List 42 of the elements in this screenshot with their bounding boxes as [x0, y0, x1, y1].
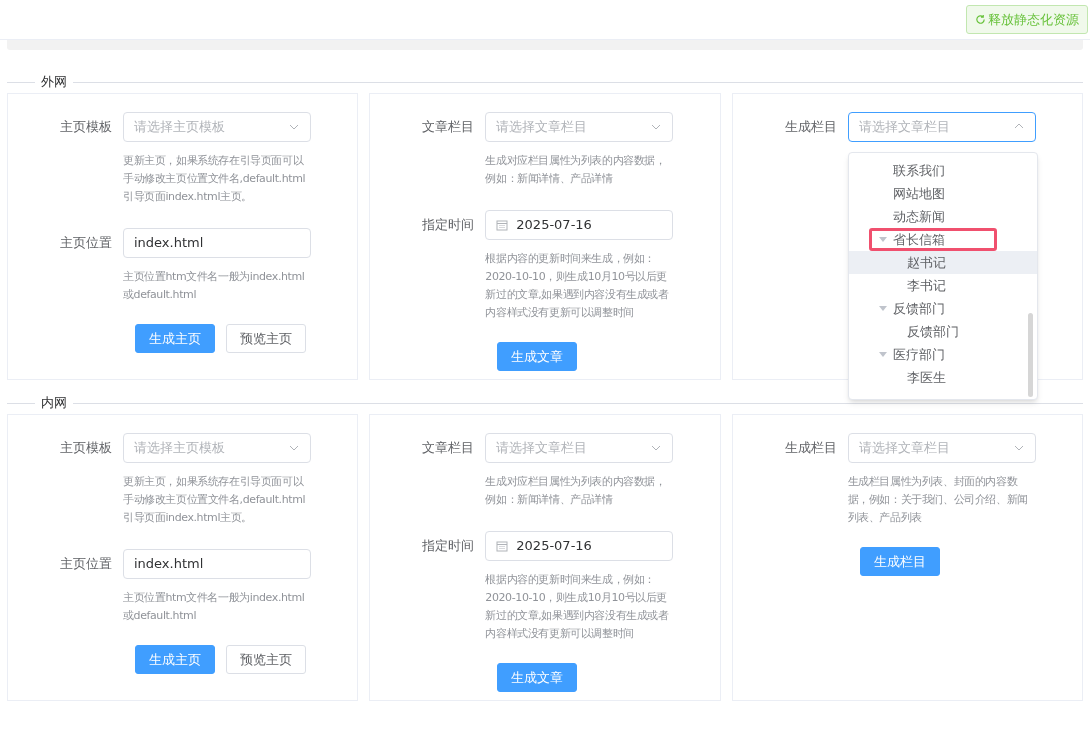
refresh-icon: [975, 14, 986, 25]
field-label: 主页模板: [59, 118, 113, 136]
field-label: 文章栏目: [421, 439, 476, 457]
tree-item[interactable]: 网站地图: [848, 182, 1037, 205]
caret-down-icon: [878, 236, 887, 243]
calendar-icon: [496, 540, 509, 552]
caret-down-icon: [878, 305, 887, 312]
field-label: 主页模板: [59, 439, 113, 457]
tree-item[interactable]: 动态新闻: [848, 205, 1037, 228]
hint-text: 主页位置htm文件名一般为index.html或default.html: [123, 590, 306, 624]
hint-text: 生成对应栏目属性为列表的内容数据，例如：新闻详情、产品详情: [485, 153, 667, 187]
tree-item[interactable]: 李书记: [848, 274, 1037, 297]
input-field[interactable]: index.html: [123, 549, 311, 579]
field-label: 生成栏目: [783, 439, 838, 457]
date-field[interactable]: 2025-07-16: [485, 210, 674, 240]
tree-item[interactable]: 反馈部门: [848, 320, 1037, 343]
hint-text: 根据内容的更新时间来生成，例如：2020-10-10，则生成10月10号以后更新过的文章,如果遇到内容没有生成或者内容样式没有更新可以调整时间: [485, 572, 670, 642]
hint-text: 生成对应栏目属性为列表的内容数据，例如：新闻详情、产品详情: [485, 474, 667, 508]
action-button[interactable]: 预览主页: [226, 324, 306, 353]
date-field[interactable]: 2025-07-16: [485, 531, 674, 561]
hint-text: 更新主页，如果系统存在引导页面可以手动修改主页位置文件名,default.html引导页面index.html主页。: [123, 153, 307, 205]
tree-item[interactable]: 医疗部门: [848, 343, 1037, 366]
field-label: 主页位置: [59, 555, 113, 573]
hint-text: 生成栏目属性为列表、封面的内容数据，例如：关于我们、公司介绍、新闻列表、产品列表: [847, 474, 1029, 526]
field-label: 指定时间: [421, 216, 476, 234]
caret-down-icon: [878, 351, 887, 358]
field-label: 文章栏目: [421, 118, 476, 136]
calendar-icon: [496, 219, 509, 231]
scrollbar-thumb[interactable]: [1027, 313, 1033, 397]
tree-item[interactable]: 省长信箱: [868, 228, 997, 251]
field-label: 生成栏目: [783, 118, 838, 136]
hint-text: 根据内容的更新时间来生成，例如：2020-10-10，则生成10月10号以后更新过的文章,如果遇到内容没有生成或者内容样式没有更新可以调整时间: [485, 251, 670, 321]
tree-item[interactable]: 赵书记: [848, 251, 1037, 274]
field-label: 主页位置: [59, 234, 113, 252]
action-button[interactable]: 预览主页: [226, 645, 306, 674]
tree-item[interactable]: 联系我们: [848, 159, 1037, 182]
input-field[interactable]: index.html: [123, 228, 311, 258]
hint-text: 主页位置htm文件名一般为index.html或default.html: [123, 269, 306, 303]
tree-item[interactable]: 反馈部门: [848, 297, 1037, 320]
tree-item[interactable]: 李医生: [848, 366, 1037, 389]
hint-text: 更新主页，如果系统存在引导页面可以手动修改主页位置文件名,default.html引导页面index.html主页。: [123, 474, 307, 526]
field-label: 指定时间: [421, 537, 476, 555]
